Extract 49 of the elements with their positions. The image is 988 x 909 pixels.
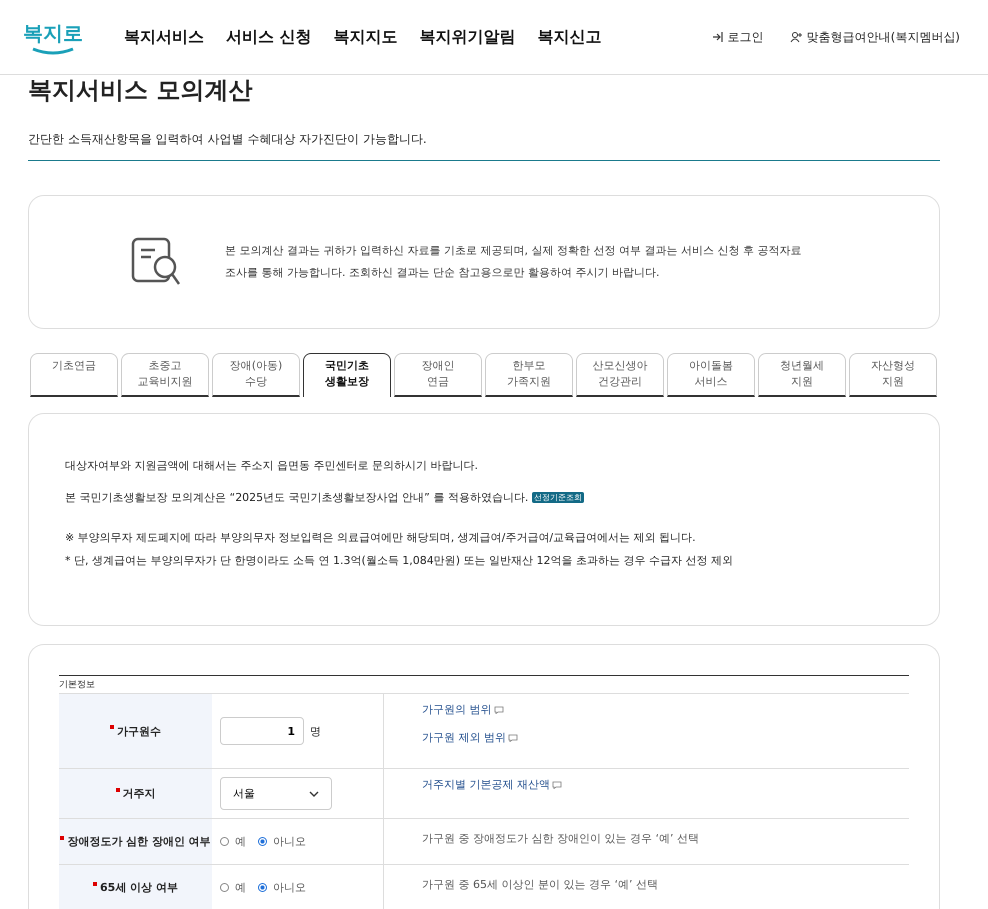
tab[interactable]: 한부모 가족지원	[485, 353, 573, 397]
radio-option[interactable]: 아니오	[258, 834, 306, 849]
radio-option[interactable]: 예	[220, 880, 246, 895]
tab[interactable]: 산모신생아 건강관리	[576, 353, 664, 397]
field-label: 거주지	[122, 786, 156, 801]
document-search-icon	[131, 237, 183, 287]
tab[interactable]: 국민기초 생활보장	[303, 353, 391, 397]
info-text: 대상자여부와 지원금액에 대해서는 주소지 읍면동 주민센터로 문의하시기 바랍니다.	[65, 458, 479, 473]
region-select[interactable]: 서울	[220, 777, 332, 810]
page-description: 간단한 소득재산항목을 입력하여 사업별 수혜대상 자가진단이 가능합니다.	[28, 131, 940, 161]
field-label: 가구원수	[117, 724, 161, 738]
nav-link[interactable]: 복지위기알림	[420, 26, 516, 48]
tab[interactable]: 아이돌봄 서비스	[667, 353, 755, 397]
radio-option[interactable]: 예	[220, 834, 246, 849]
unit-label: 명	[310, 724, 321, 738]
tab[interactable]: 초중고 교육비지원	[121, 353, 209, 397]
note-text: * 단, 생계급여는 부양의무자가 단 한명이라도 소득 연 1.3억(월소득 1,084만원) 또는 일반재산 12억을 초과하는 경우 수급자 선정 제외	[65, 553, 734, 568]
help-link[interactable]: 거주지별 기본공제 재산액	[422, 777, 871, 792]
nav-link[interactable]: 복지지도	[334, 26, 398, 48]
note-text: ※ 부양의무자 제도폐지에 따라 부양의무자 정보입력은 의료급여에만 해당되며, 생계급여/주거급여/교육급여에서는 제외 됩니다.	[65, 530, 697, 545]
tooltip-icon	[552, 780, 562, 788]
tab[interactable]: 자산형성 지원	[849, 353, 937, 397]
radio-option[interactable]: 아니오	[258, 880, 306, 895]
field-label: 장애정도가 심한 장애인 여부	[67, 834, 211, 849]
tooltip-icon	[494, 706, 504, 714]
tab[interactable]: 장애(아동) 수당	[212, 353, 300, 397]
section-title: 기본정보	[59, 675, 909, 694]
nav-link[interactable]: 복지서비스	[124, 26, 204, 48]
help-text: 가구원 중 65세 이상인 분이 있는 경우 ‘예’ 선택	[422, 877, 659, 892]
chevron-icon	[309, 790, 319, 796]
notice-text: 본 모의계산 결과는 귀하가 입력하신 자료를 기초로 제공되며, 실제 정확한 선정 여부 결과는 서비스 신청 후 공적자료 조사를 통해 가능합니다. 조회하신 결과는 단순 참고용으로만 활용하여 주시기 바랍니다.	[225, 243, 802, 281]
help-link[interactable]: 가구원 제외 범위	[422, 730, 871, 745]
login-icon	[712, 31, 724, 43]
membership-link[interactable]: 맞춤형급여안내(복지멤버십)	[790, 28, 960, 46]
help-text: 가구원 중 장애정도가 심한 장애인이 있는 경우 ‘예’ 선택	[422, 831, 700, 846]
nav-link[interactable]: 복지신고	[538, 26, 602, 48]
info-text: 본 국민기초생활보장 모의계산은 “2025년도 국민기초생활보장사업 안내” 를 적용하였습니다. 선정기준조회	[65, 490, 585, 505]
tab[interactable]: 청년월세 지원	[758, 353, 846, 397]
help-link[interactable]: 가구원의 범위	[422, 702, 871, 717]
tab[interactable]: 기초연금	[30, 353, 118, 397]
field-label: 65세 이상 여부	[100, 880, 178, 895]
household-size-field[interactable]: 1	[220, 717, 304, 745]
nav-link[interactable]: 서비스 신청	[226, 26, 312, 48]
tooltip-icon	[508, 734, 518, 742]
page-title: 복지서비스 모의계산	[28, 75, 254, 105]
criteria-button[interactable]: 선정기준조회	[532, 492, 584, 504]
login-link[interactable]: 로그인	[712, 28, 764, 46]
tab[interactable]: 장애인 연금	[394, 353, 482, 397]
user-add-icon	[790, 31, 803, 43]
